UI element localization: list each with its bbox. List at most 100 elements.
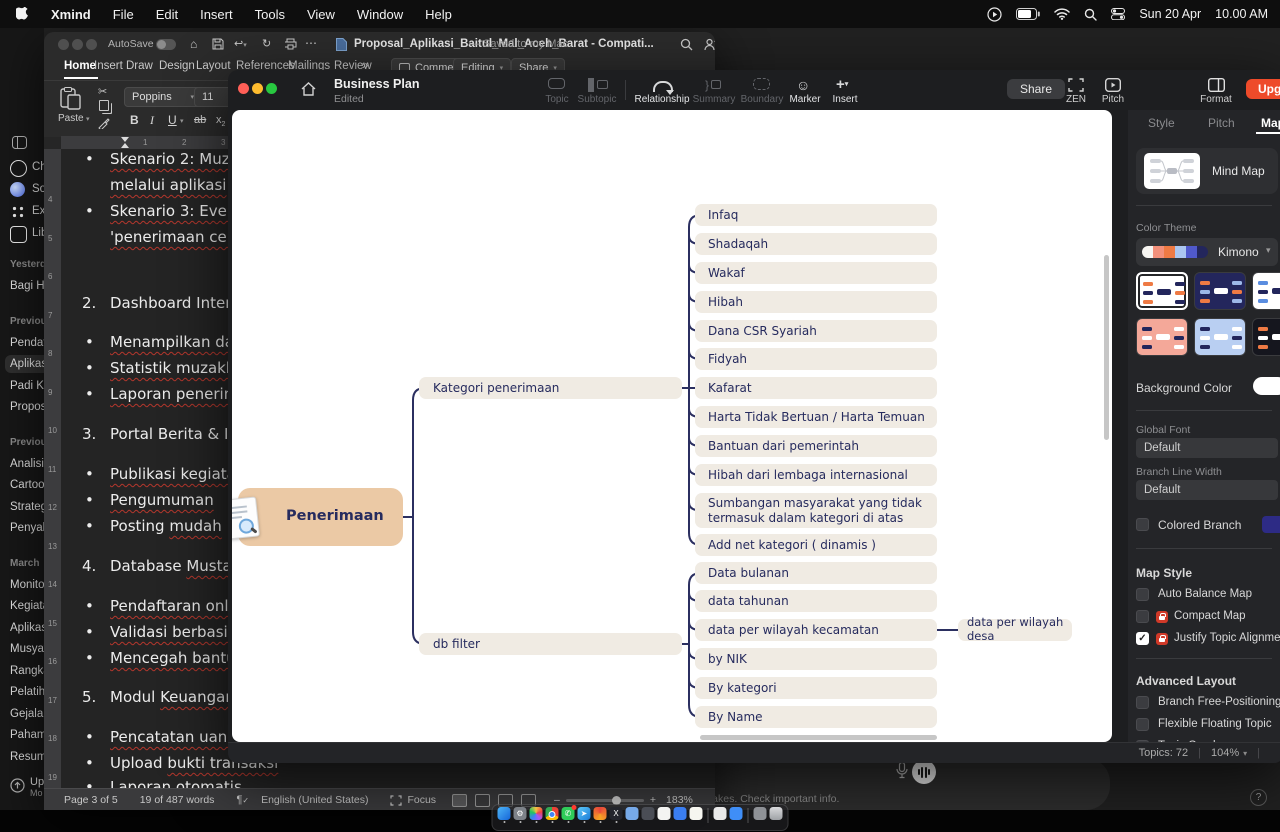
- boundary-icon[interactable]: [753, 78, 770, 90]
- indent-marker-hanging[interactable]: [121, 143, 129, 148]
- dock-item-settings[interactable]: ⚙: [514, 807, 527, 823]
- summary-icon[interactable]: }: [705, 78, 723, 92]
- subtopic-node[interactable]: Dana CSR Syariah: [695, 320, 937, 342]
- sidebar-chat-item[interactable]: Strategi: [10, 501, 44, 513]
- photos-icon[interactable]: [530, 807, 543, 820]
- subscript-button[interactable]: x2: [216, 114, 225, 128]
- print-icon[interactable]: [284, 38, 297, 50]
- apple-menu-icon[interactable]: [16, 7, 29, 22]
- map-title[interactable]: Business Plan: [334, 77, 419, 91]
- background-color-swatch[interactable]: [1253, 377, 1280, 395]
- sidebar-nav-exp[interactable]: Exp: [32, 205, 44, 217]
- format-icon[interactable]: [1208, 78, 1225, 92]
- theme-option[interactable]: [1194, 318, 1246, 356]
- dock-item-preview[interactable]: [658, 807, 671, 820]
- tab-layout[interactable]: Layout: [196, 60, 231, 72]
- subtopic-node[interactable]: Wakaf: [695, 262, 937, 284]
- panel-tab-map[interactable]: Map: [1261, 116, 1280, 130]
- relationship-icon[interactable]: [653, 81, 673, 92]
- tab-home[interactable]: Home: [64, 60, 96, 72]
- branch-color-swatch[interactable]: [1262, 516, 1280, 533]
- zoom-slider[interactable]: [566, 799, 644, 802]
- minimize-button[interactable]: [72, 39, 83, 50]
- word-count[interactable]: 19 of 487 words: [140, 794, 215, 806]
- downloads-icon[interactable]: [754, 807, 767, 820]
- sidebar-chat-item[interactable]: Rangkai: [10, 665, 44, 677]
- voice-mode-button[interactable]: [912, 760, 936, 784]
- marker-icon[interactable]: ☺: [796, 78, 814, 92]
- sidebar-chat-item[interactable]: Proposa: [10, 401, 44, 413]
- dock-item-chrome[interactable]: [546, 807, 559, 823]
- menu-item-insert[interactable]: Insert: [200, 7, 233, 22]
- cut-icon[interactable]: ✂: [98, 85, 107, 98]
- sidebar-nav-sor[interactable]: Sor: [32, 183, 44, 195]
- strikethrough-button[interactable]: ab: [194, 114, 206, 126]
- read-mode-view-icon[interactable]: [475, 794, 490, 807]
- proofing-icon[interactable]: ¶✓: [236, 794, 249, 806]
- chrome-icon[interactable]: [546, 807, 559, 820]
- pinwheel-icon[interactable]: [594, 807, 607, 820]
- app-icon[interactable]: [730, 807, 743, 820]
- global-font-select[interactable]: Default: [1136, 438, 1278, 458]
- theme-option[interactable]: [1252, 272, 1280, 310]
- subtopic-node[interactable]: Shadaqah: [695, 233, 937, 255]
- dock-item-whatsapp[interactable]: ✆: [562, 807, 575, 823]
- safari-icon[interactable]: ➤: [578, 807, 591, 820]
- subtopic-node[interactable]: Harta Tidak Bertuan / Harta Temuan: [695, 406, 937, 428]
- subtopic-button[interactable]: Subtopic: [562, 94, 632, 105]
- menu-item-file[interactable]: File: [113, 7, 134, 22]
- theme-option[interactable]: [1194, 272, 1246, 310]
- subtopic-node[interactable]: Bantuan dari pemerintah: [695, 435, 937, 457]
- menubar-time[interactable]: 10.00 AM: [1215, 7, 1268, 21]
- focus-label[interactable]: Focus: [407, 794, 436, 806]
- sidebar-chat-item[interactable]: Bagi Has: [10, 280, 44, 292]
- font-name-select[interactable]: Poppins▾: [124, 87, 202, 107]
- subtopic-node[interactable]: data tahunan: [695, 590, 937, 612]
- focus-icon[interactable]: [390, 795, 402, 806]
- screen-record-icon[interactable]: [987, 7, 1002, 22]
- paste-dropdown-icon[interactable]: ▾: [86, 115, 90, 123]
- autosave-toggle[interactable]: [156, 39, 176, 50]
- italic-button[interactable]: I: [150, 113, 154, 128]
- redo-icon[interactable]: ↻: [262, 37, 271, 50]
- minimize-button[interactable]: [252, 83, 263, 94]
- dock-item-textedit[interactable]: [714, 807, 727, 820]
- branch-width-select[interactable]: Default: [1136, 480, 1278, 500]
- subtopic-icon[interactable]: [588, 78, 615, 92]
- subtopic-node[interactable]: Data bulanan: [695, 562, 937, 584]
- map-style-2-checkbox[interactable]: ✓: [1136, 632, 1149, 645]
- bold-button[interactable]: B: [130, 113, 139, 127]
- vertical-scrollbar[interactable]: [1104, 255, 1109, 440]
- menu-item-window[interactable]: Window: [357, 7, 403, 22]
- paste-icon[interactable]: [60, 87, 82, 111]
- tab-design[interactable]: Design: [159, 60, 195, 72]
- menu-app-name[interactable]: Xmind: [51, 7, 91, 22]
- mic-icon[interactable]: [896, 762, 908, 779]
- dock-item-pinwheel[interactable]: [594, 807, 607, 823]
- search-icon[interactable]: [680, 38, 693, 51]
- copy-icon[interactable]: [99, 100, 109, 111]
- dock-item-folder[interactable]: [626, 807, 639, 820]
- menubar-date[interactable]: Sun 20 Apr: [1139, 7, 1201, 21]
- save-icon[interactable]: [212, 38, 224, 50]
- insert-icon[interactable]: +▾: [836, 78, 854, 92]
- sidebar-chat-item[interactable]: Paham A: [10, 729, 44, 741]
- zen-mode-icon[interactable]: [1068, 78, 1084, 92]
- subtopic-node[interactable]: Hibah dari lembaga internasional: [695, 464, 937, 486]
- language-indicator[interactable]: English (United States): [261, 794, 368, 806]
- advanced-0-checkbox[interactable]: [1136, 696, 1149, 709]
- sidebar-chat-item[interactable]: Aplikasi: [10, 622, 44, 634]
- settings-icon[interactable]: ⚙: [514, 807, 527, 820]
- sora-icon[interactable]: [10, 182, 25, 197]
- zoom-button[interactable]: [86, 39, 97, 50]
- theme-select[interactable]: Kimono ▾: [1136, 238, 1278, 266]
- dock-item-safari[interactable]: ➤: [578, 807, 591, 823]
- topic-icon[interactable]: [548, 78, 565, 89]
- underline-button[interactable]: U: [168, 113, 177, 127]
- sidebar-nav-lib[interactable]: Lib: [32, 227, 44, 239]
- mindmap-canvas[interactable]: PenerimaanKategori penerimaandb filterIn…: [232, 110, 1112, 742]
- sidebar-chat-item[interactable]: Penyakit: [10, 522, 44, 534]
- subtopic-node[interactable]: By kategori: [695, 677, 937, 699]
- panel-tab-pitch[interactable]: Pitch: [1208, 116, 1235, 130]
- sidebar-toggle-icon[interactable]: [12, 136, 27, 149]
